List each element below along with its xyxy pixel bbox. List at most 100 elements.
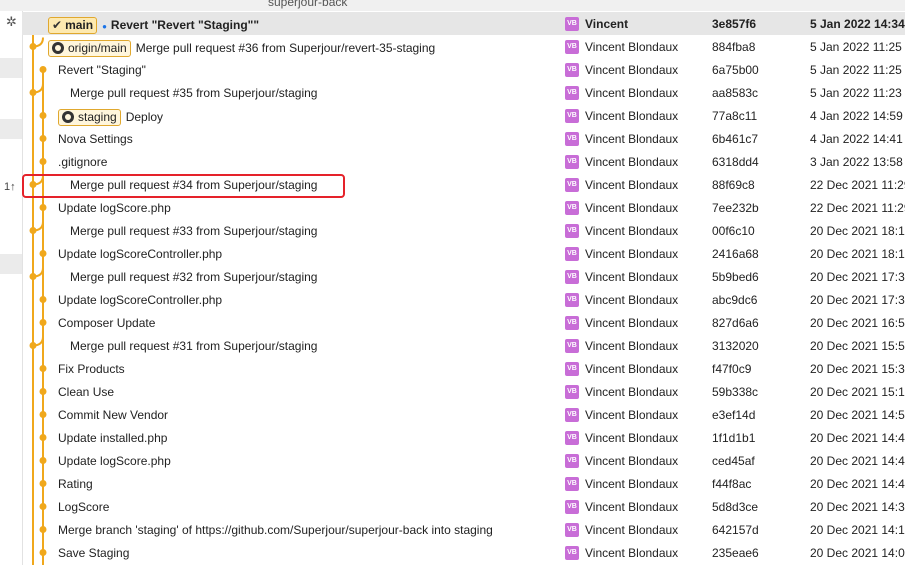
commit-row[interactable]: Fix Products VB Vincent Blondaux f47f0c9 20 …	[22, 357, 905, 380]
commit-author: Vincent Blondaux	[585, 454, 679, 468]
commit-row[interactable]: Merge pull request #33 from Superjour/st…	[22, 219, 905, 242]
commit-hash: 827d6a6	[712, 316, 759, 330]
commit-hash: 5d8d3ce	[712, 500, 759, 514]
branch-label: origin/main	[68, 41, 127, 55]
sidebar-item[interactable]	[0, 254, 22, 274]
commit-author: Vincent	[585, 17, 629, 31]
commit-row[interactable]: Commit New Vendor VB Vincent Blondaux e3ef1…	[22, 403, 905, 426]
commit-message-text: Update logScoreController.php	[58, 247, 223, 261]
commit-row[interactable]: Save Staging VB Vincent Blondaux 235eae6 20 …	[22, 541, 905, 564]
avatar: VB	[565, 86, 579, 100]
commit-hash: 77a8c11	[712, 109, 758, 123]
commit-hash: ced45af	[712, 454, 755, 468]
commit-row[interactable]: Merge pull request #35 from Superjour/st…	[22, 81, 905, 104]
commit-row[interactable]: Merge pull request #32 from Superjour/st…	[22, 265, 905, 288]
commit-date: 20 Dec 2021 14:06	[810, 546, 905, 560]
commit-hash: 7ee232b	[712, 201, 759, 215]
branch-badge[interactable]: ✔ main	[48, 17, 98, 34]
commit-date: 5 Jan 2022 11:25	[810, 40, 902, 54]
commit-row[interactable]: origin/main Merge pull request #36 from S…	[22, 35, 905, 58]
commit-row[interactable]: Update logScoreController.php VB Vincent B…	[22, 242, 905, 265]
left-sidebar: 1↑	[0, 11, 23, 565]
sidebar-indicator: 1↑	[4, 181, 16, 193]
commit-row[interactable]: staging Deploy VB Vincent Blondaux 77a8c11 4 …	[22, 104, 905, 127]
avatar: VB	[565, 546, 579, 560]
commit-message-text: Composer Update	[58, 316, 156, 330]
commit-row[interactable]: Update logScoreController.php VB Vincent B…	[22, 288, 905, 311]
commit-hash: 3e857f6	[712, 17, 757, 31]
commit-row[interactable]: LogScore VB Vincent Blondaux 5d8d3ce 20 Dec …	[22, 495, 905, 518]
commit-row[interactable]: Rating VB Vincent Blondaux f44f8ac 20 Dec 20…	[22, 472, 905, 495]
commit-message: Fix Products	[58, 362, 125, 376]
commit-message: Rating	[58, 477, 93, 491]
commit-date: 20 Dec 2021 14:57	[810, 408, 905, 422]
gear-icon[interactable]: ✲	[6, 14, 17, 30]
commit-date: 4 Jan 2022 14:41	[810, 132, 903, 146]
commit-hash: 3132020	[712, 339, 759, 353]
commit-hash: f47f0c9	[712, 362, 752, 376]
commit-author: Vincent Blondaux	[585, 86, 679, 100]
commit-row[interactable]: Update logScore.php VB Vincent Blondaux 7ee…	[22, 196, 905, 219]
commit-message-text: Update logScoreController.php	[58, 293, 223, 307]
commit-author: Vincent Blondaux	[585, 477, 679, 491]
commit-message-text: Save Staging	[58, 546, 130, 560]
commit-message-text: Nova Settings	[58, 132, 133, 146]
commit-message: Composer Update	[58, 316, 155, 330]
remote-branch-badge[interactable]: origin/main	[48, 40, 131, 57]
commit-row[interactable]: Composer Update VB Vincent Blondaux 827d6a6…	[22, 311, 905, 334]
commit-message-text: Clean Use	[58, 385, 115, 399]
commit-message-text: Merge pull request #36 from Superjour/re…	[135, 41, 436, 55]
checkmark-icon: ✔	[52, 18, 63, 32]
commit-author: Vincent Blondaux	[585, 155, 679, 169]
commit-message: Update installed.php	[58, 431, 167, 445]
commit-date: 20 Dec 2021 14:48	[810, 431, 905, 445]
commit-row[interactable]: Clean Use VB Vincent Blondaux 59b338c 20 Dec…	[22, 380, 905, 403]
avatar: VB	[565, 293, 579, 307]
avatar: VB	[565, 109, 579, 123]
avatar: VB	[565, 132, 579, 146]
commit-author: Vincent Blondaux	[585, 178, 679, 192]
commit-author: Vincent Blondaux	[585, 293, 679, 307]
commit-message: Revert "Staging"	[58, 63, 146, 77]
commit-hash: 5b9bed6	[712, 270, 759, 284]
commit-author: Vincent Blondaux	[585, 316, 679, 330]
remote-branch-badge[interactable]: staging	[58, 109, 121, 126]
commit-hash: f44f8ac	[712, 477, 752, 491]
commit-message: Merge pull request #33 from Superjour/st…	[70, 224, 317, 238]
avatar: VB	[565, 316, 579, 330]
commit-hash: aa8583c	[712, 86, 759, 100]
commit-author: Vincent Blondaux	[585, 523, 679, 537]
commit-row[interactable]: Nova Settings VB Vincent Blondaux 6b461c7 4 …	[22, 127, 905, 150]
commit-date: 20 Dec 2021 15:38	[810, 362, 905, 376]
commit-hash: 884fba8	[712, 40, 756, 54]
sidebar-item[interactable]	[0, 119, 22, 139]
branch-label: staging	[78, 110, 117, 124]
commit-author: Vincent Blondaux	[585, 546, 679, 560]
commit-date: 20 Dec 2021 18:17	[810, 224, 905, 238]
commit-row[interactable]: .gitignore VB Vincent Blondaux 6318dd4 3 Jan…	[22, 150, 905, 173]
commit-author: Vincent Blondaux	[585, 339, 679, 353]
commit-author: Vincent Blondaux	[585, 247, 679, 261]
avatar: VB	[565, 523, 579, 537]
commit-row[interactable]: Revert "Staging" VB Vincent Blondaux 6a75b0…	[22, 58, 905, 81]
commit-message-text: Update logScore.php	[58, 454, 171, 468]
commit-row[interactable]: Merge pull request #31 from Superjour/st…	[22, 334, 905, 357]
commit-row[interactable]: ✔ main ● Revert "Revert "Staging"" VB Vincent…	[22, 12, 905, 35]
avatar: VB	[565, 385, 579, 399]
commit-hash: 1f1d1b1	[712, 431, 756, 445]
commit-message: Save Staging	[58, 546, 129, 560]
avatar: VB	[565, 178, 579, 192]
commit-date: 20 Dec 2021 16:51	[810, 316, 905, 330]
commit-message-text: Merge pull request #31 from Superjour/st…	[70, 339, 318, 353]
avatar: VB	[565, 201, 579, 215]
commit-row[interactable]: Update logScore.php VB Vincent Blondaux ced…	[22, 449, 905, 472]
avatar: VB	[565, 431, 579, 445]
commit-row[interactable]: Merge branch 'staging' of https://github…	[22, 518, 905, 541]
commit-date: 20 Dec 2021 18:15	[810, 247, 905, 261]
commit-row[interactable]: Update installed.php VB Vincent Blondaux 1f…	[22, 426, 905, 449]
commit-date: 5 Jan 2022 11:25	[810, 63, 902, 77]
sidebar-item[interactable]	[0, 58, 22, 78]
commit-message-text: Fix Products	[58, 362, 125, 376]
commit-message-text: Merge pull request #35 from Superjour/st…	[70, 86, 318, 100]
commit-hash: abc9dc6	[712, 293, 758, 307]
